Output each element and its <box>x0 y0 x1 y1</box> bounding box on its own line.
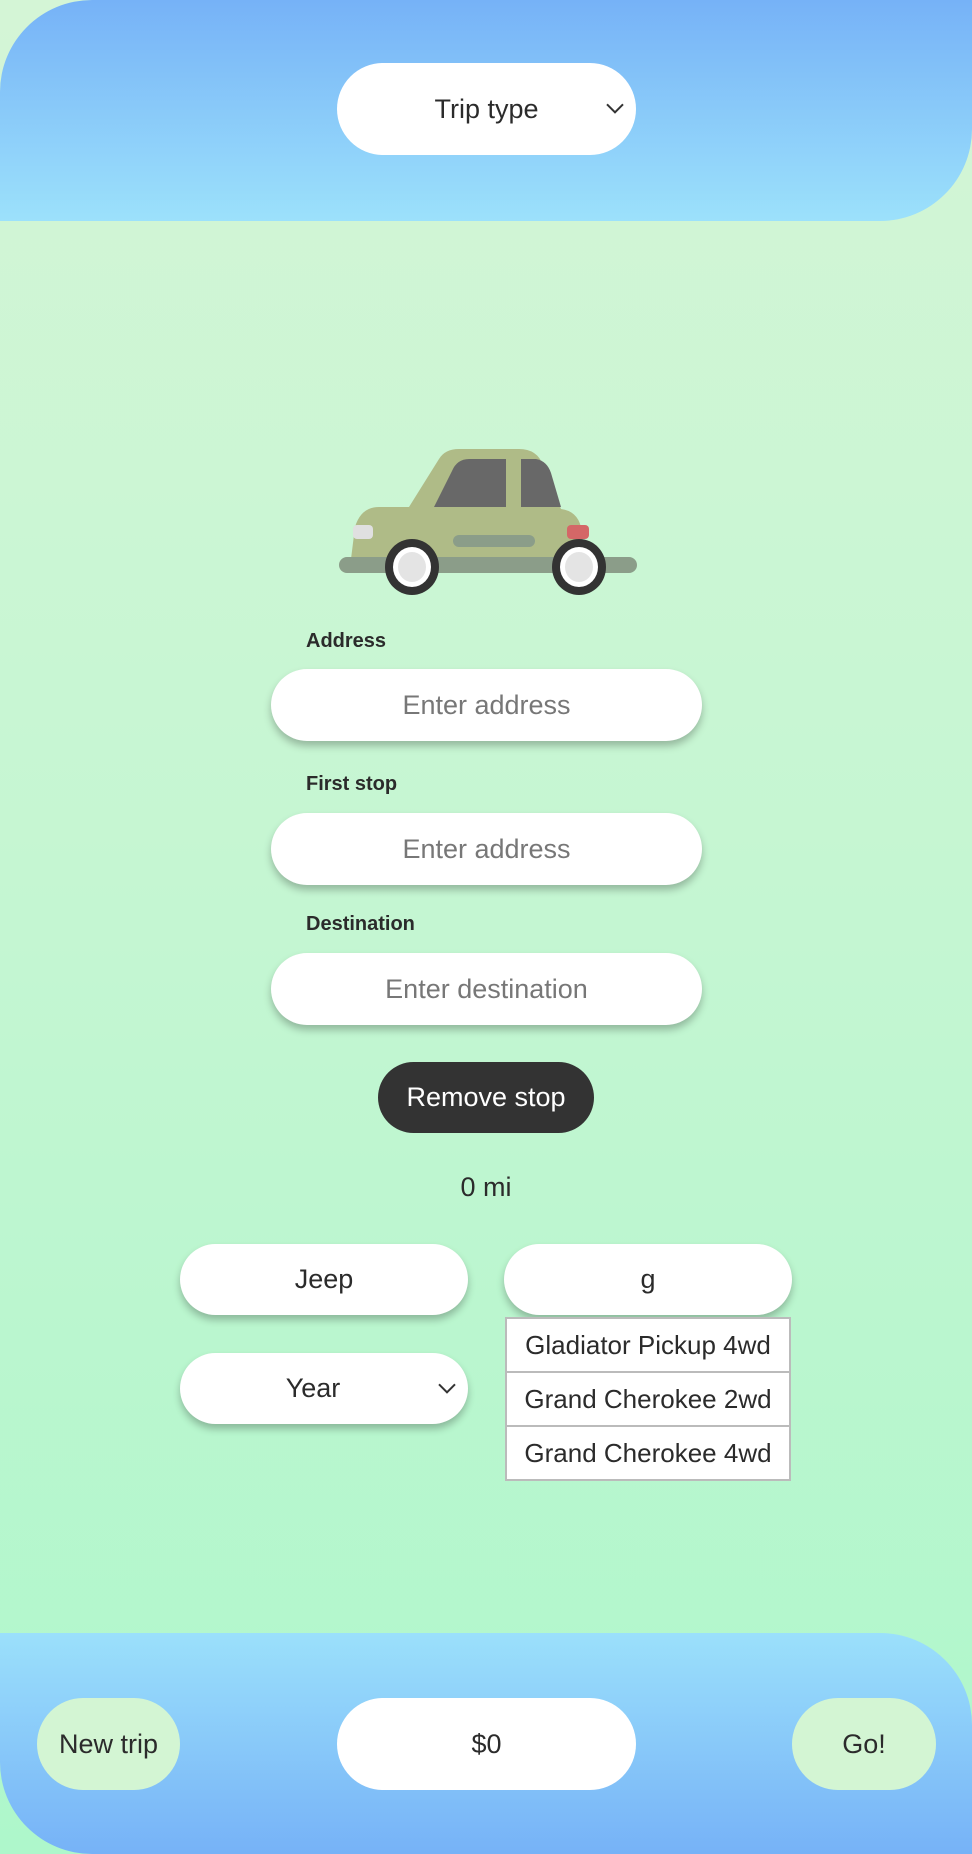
year-select[interactable]: Year <box>180 1353 468 1424</box>
year-label: Year <box>285 1373 341 1403</box>
model-suggestion[interactable]: Grand Cherokee 4wd <box>507 1427 789 1479</box>
destination-input[interactable]: Enter destination <box>271 953 702 1025</box>
chevron-down-icon <box>606 103 624 114</box>
distance-readout: 0 mi <box>460 1172 512 1202</box>
destination-placeholder: Enter destination <box>385 973 588 1004</box>
make-input[interactable]: Jeep <box>180 1244 468 1315</box>
remove-stop-button[interactable]: Remove stop <box>378 1062 594 1133</box>
go-button[interactable]: Go! <box>792 1698 936 1790</box>
address-input[interactable]: Enter address <box>271 669 702 741</box>
address-label: Address <box>306 630 387 652</box>
model-suggestion[interactable]: Grand Cherokee 2wd <box>507 1373 789 1427</box>
trip-type-select[interactable]: Trip type <box>337 63 636 155</box>
first-stop-input[interactable]: Enter address <box>271 813 702 885</box>
model-input[interactable]: g <box>504 1244 792 1315</box>
address-placeholder: Enter address <box>402 689 571 720</box>
destination-label: Destination <box>306 913 415 935</box>
trip-cost: $0 <box>337 1698 636 1790</box>
first-stop-label: First stop <box>306 773 398 795</box>
model-suggestions-list: Gladiator Pickup 4wd Grand Cherokee 2wd … <box>505 1317 791 1481</box>
trip-type-label: Trip type <box>434 93 539 124</box>
model-suggestion[interactable]: Gladiator Pickup 4wd <box>507 1319 789 1373</box>
chevron-down-icon <box>438 1383 456 1394</box>
car-icon <box>339 449 637 595</box>
new-trip-button[interactable]: New trip <box>37 1698 180 1790</box>
first-stop-placeholder: Enter address <box>402 833 571 864</box>
